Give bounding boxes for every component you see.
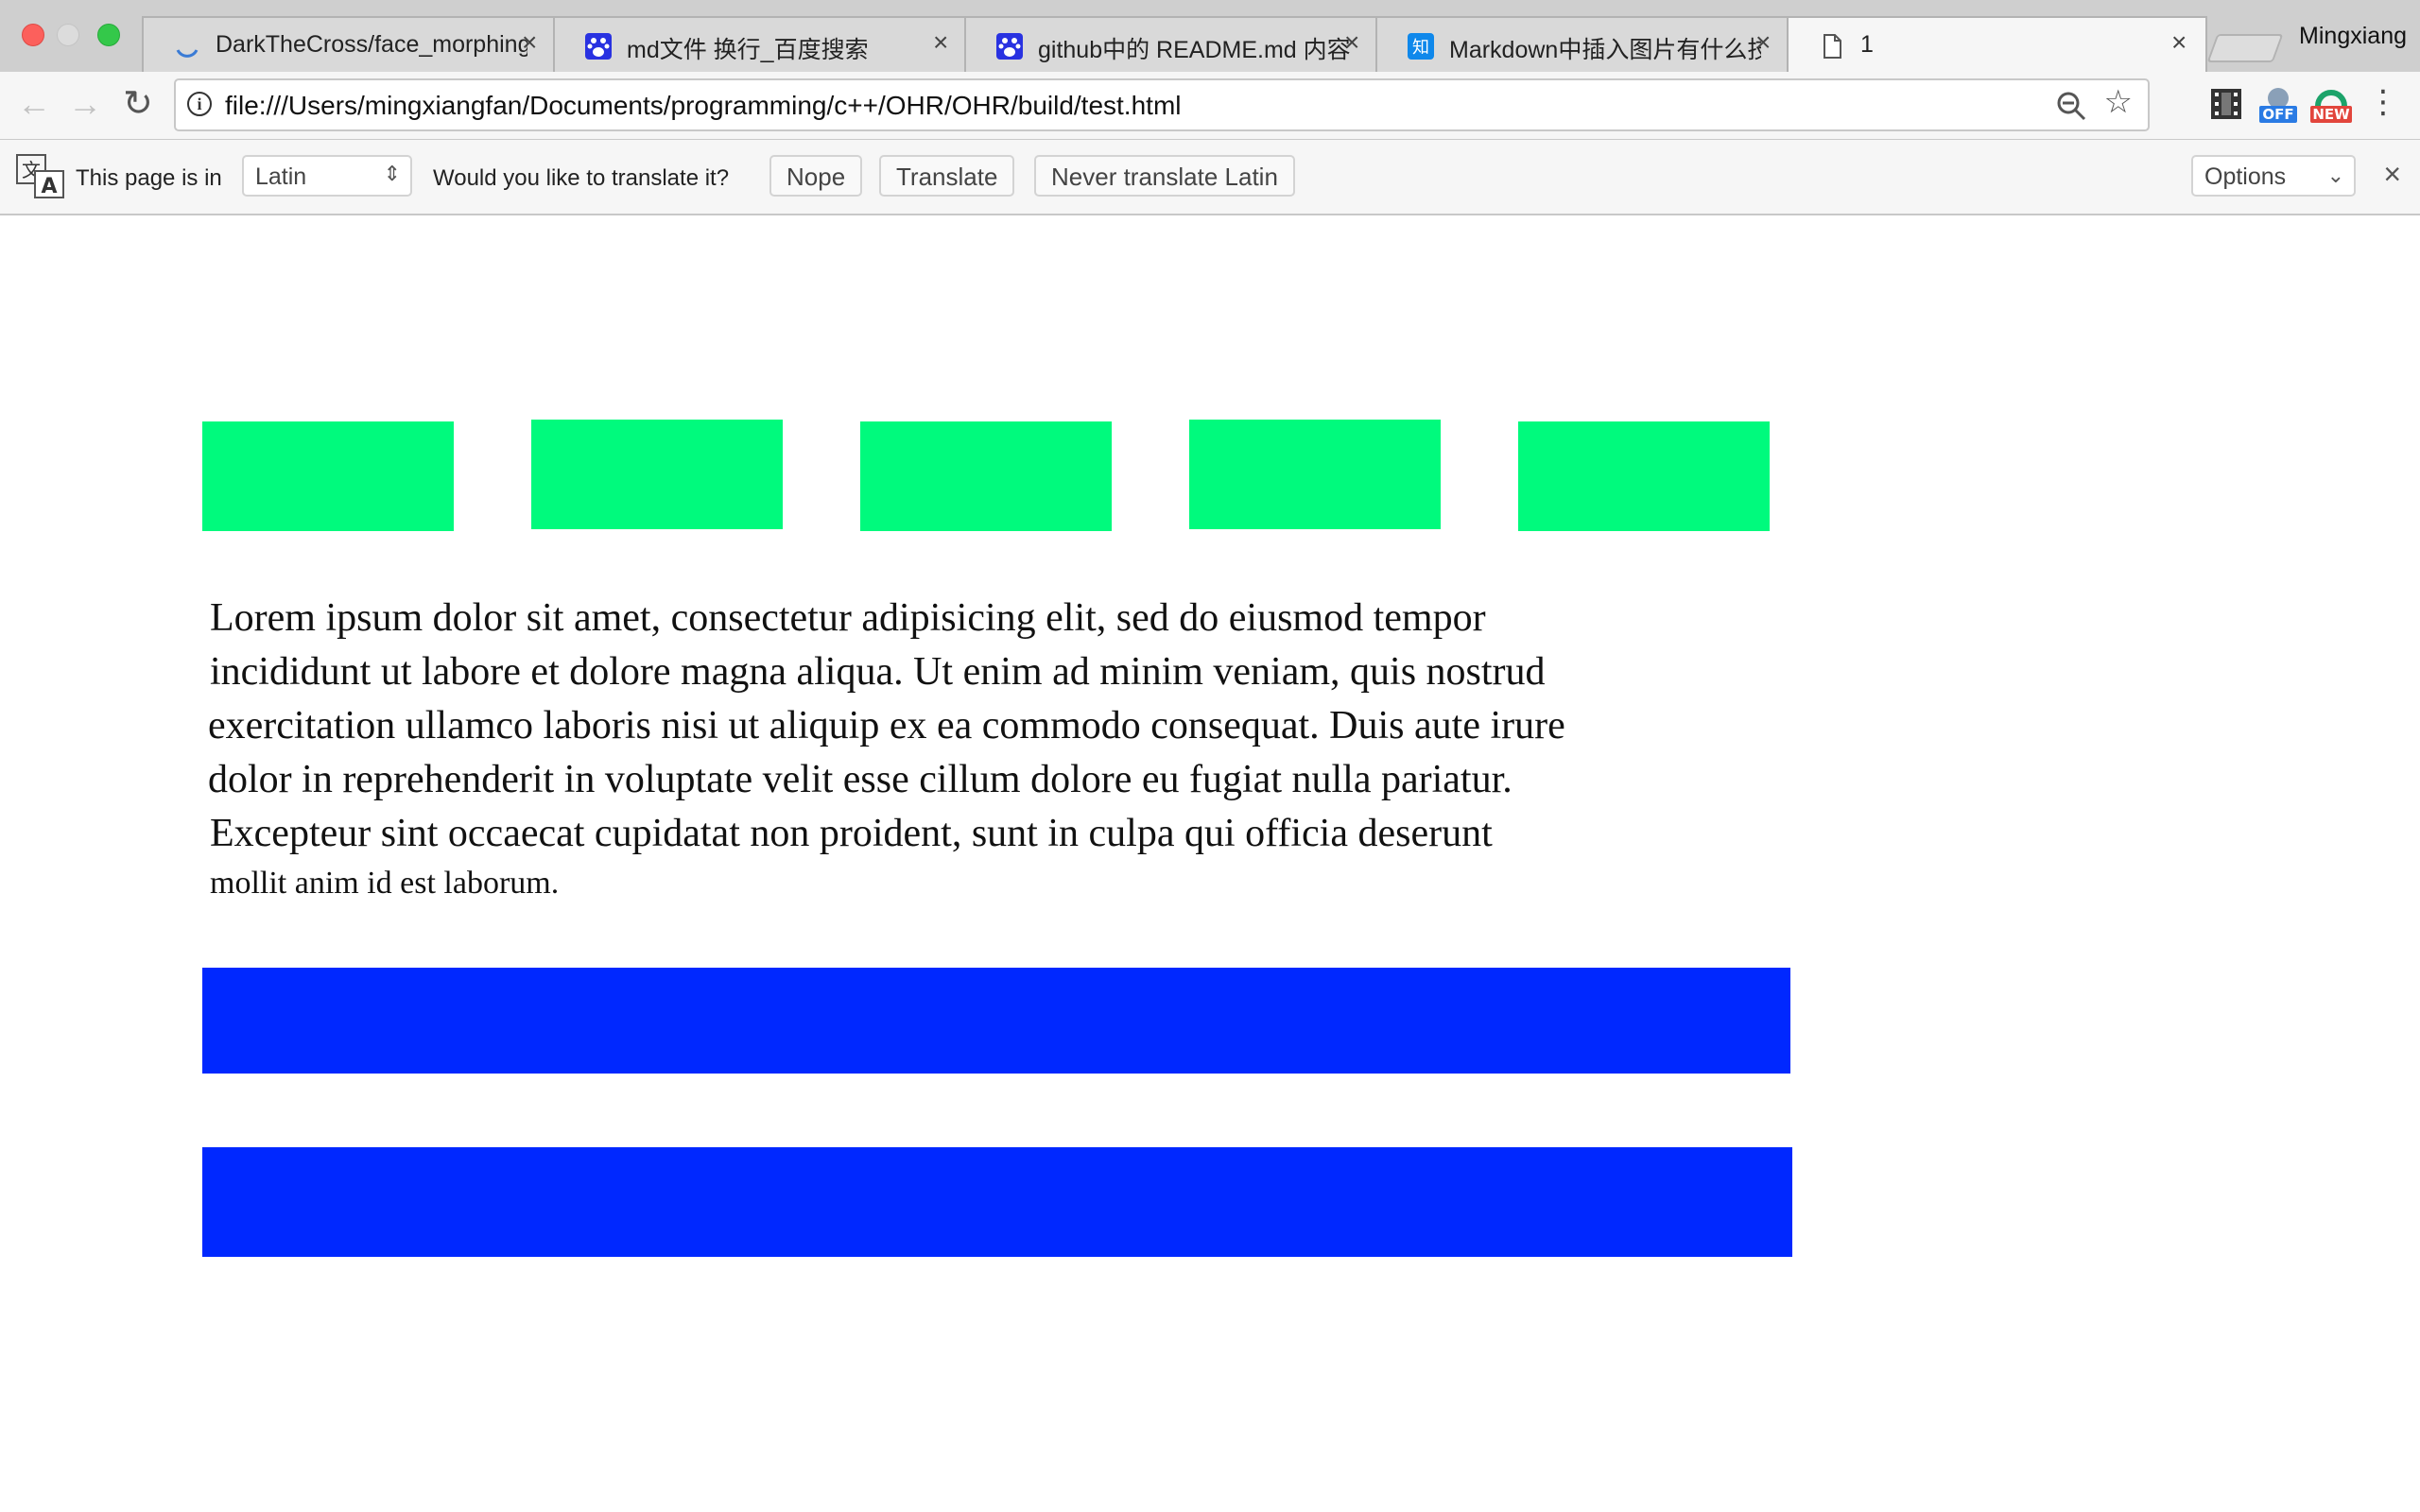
page-language-label: This page is in xyxy=(76,165,222,191)
bookmark-star-icon[interactable]: ☆ xyxy=(2104,83,2133,121)
close-icon[interactable]: × xyxy=(2383,157,2401,192)
chevron-down-icon: ⌄ xyxy=(2326,163,2344,187)
loading-spinner-icon xyxy=(176,49,199,58)
baidu-paw-icon xyxy=(996,33,1023,60)
paragraph-line: Excepteur sint occaecat cupidatat non pr… xyxy=(210,812,1493,855)
tab-close-button[interactable]: × xyxy=(1755,29,1771,56)
paragraph-line: Lorem ipsum dolor sit amet, consectetur … xyxy=(210,596,1486,640)
tab-title: github中的 README.md 内容 xyxy=(1038,37,1350,63)
info-icon[interactable]: i xyxy=(187,92,212,116)
new-badge-text: NEW xyxy=(2312,106,2350,123)
zoom-magnifier-icon[interactable] xyxy=(2055,90,2087,122)
tab-close-button[interactable]: × xyxy=(1344,29,1359,56)
browser-toolbar: ← → ↻ i file:///Users/mingxiangfan/Docum… xyxy=(0,72,2420,140)
tab-strip: DarkTheCross/face_morphing × md文件 换行_百度搜… xyxy=(0,0,2420,72)
lorem-paragraph: Lorem ipsum dolor sit amet, consectetur … xyxy=(208,592,1722,906)
window-maximize-button[interactable] xyxy=(97,24,120,46)
green-box xyxy=(1189,420,1441,529)
new-tab-button[interactable] xyxy=(2206,34,2284,62)
translate-question: Would you like to translate it? xyxy=(433,165,730,191)
window-close-button[interactable] xyxy=(22,24,44,46)
paragraph-line: dolor in reprehenderit in voluptate veli… xyxy=(208,758,1512,801)
svg-text:A: A xyxy=(41,175,57,198)
address-bar[interactable]: i file:///Users/mingxiangfan/Documents/p… xyxy=(174,78,2150,131)
profile-name[interactable]: Mingxiang xyxy=(2299,23,2407,50)
svg-text:知: 知 xyxy=(1412,38,1429,58)
paragraph-line: incididunt ut labore et dolore magna ali… xyxy=(210,650,1546,694)
translate-button[interactable]: Translate xyxy=(879,155,1015,197)
tab-title: Markdown中插入图片有什么技 xyxy=(1449,37,1761,63)
tab-zhihu-markdown[interactable]: 知 Markdown中插入图片有什么技 × xyxy=(1375,16,1791,72)
tab-baidu-md[interactable]: md文件 换行_百度搜索 × xyxy=(553,16,969,72)
options-label: Options xyxy=(2204,163,2287,190)
blue-bar xyxy=(202,1147,1792,1257)
language-select-value: Latin xyxy=(255,163,307,190)
tab-test-html[interactable]: 1 × xyxy=(1787,16,2207,72)
options-dropdown[interactable]: Options ⌄ xyxy=(2191,155,2356,197)
green-box xyxy=(531,420,783,529)
tab-face-morphing[interactable]: DarkTheCross/face_morphing × xyxy=(142,16,558,72)
green-box xyxy=(1518,421,1770,531)
new-badge-icon[interactable]: NEW xyxy=(2310,85,2352,123)
zhihu-icon: 知 xyxy=(1408,33,1434,60)
translate-infobar: 文 A This page is in Latin ⇕ Would you li… xyxy=(0,140,2420,215)
paragraph-line: mollit anim id est laborum. xyxy=(210,866,560,901)
tab-close-button[interactable]: × xyxy=(2171,29,2187,56)
tab-close-button[interactable]: × xyxy=(933,29,948,56)
paragraph-line: exercitation ullamco laboris nisi ut ali… xyxy=(208,704,1565,747)
language-select[interactable]: Latin ⇕ xyxy=(242,155,412,197)
blue-bar xyxy=(202,968,1790,1074)
select-updown-icon: ⇕ xyxy=(383,162,401,185)
film-strip-icon[interactable] xyxy=(2208,85,2244,123)
page-icon xyxy=(1824,34,1841,59)
url-text[interactable]: file:///Users/mingxiangfan/Documents/pro… xyxy=(225,91,1182,121)
translate-icon: 文 A xyxy=(16,154,64,198)
tab-close-button[interactable]: × xyxy=(522,29,537,56)
tab-github-readme[interactable]: github中的 README.md 内容 × xyxy=(964,16,1380,72)
forward-arrow-icon[interactable]: → xyxy=(68,85,102,123)
menu-dots-icon[interactable]: ⋮ xyxy=(2367,83,2399,121)
green-box xyxy=(860,421,1112,531)
tab-title: 1 xyxy=(1860,31,1874,58)
tab-title: DarkTheCross/face_morphing xyxy=(216,31,527,58)
never-translate-button[interactable]: Never translate Latin xyxy=(1034,155,1295,197)
off-badge-text: OFF xyxy=(2262,106,2293,123)
nope-button[interactable]: Nope xyxy=(769,155,863,197)
off-badge-icon[interactable]: OFF xyxy=(2259,85,2297,123)
baidu-paw-icon xyxy=(585,33,612,60)
window-minimize-button[interactable] xyxy=(57,24,79,46)
green-box xyxy=(202,421,454,531)
back-arrow-icon[interactable]: ← xyxy=(17,85,51,123)
reload-icon[interactable]: ↻ xyxy=(123,85,153,123)
tab-title: md文件 换行_百度搜索 xyxy=(627,37,869,63)
